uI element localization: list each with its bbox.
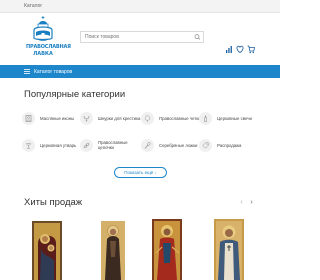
search-box [80, 31, 204, 43]
compare-icon[interactable] [225, 44, 233, 54]
product-image [152, 219, 182, 280]
category-item-sale[interactable]: Распродажа [199, 136, 241, 154]
church-logo-icon [33, 16, 53, 41]
product-image [101, 221, 125, 280]
logo-subtitle: ЛАВКА [33, 51, 53, 57]
utensil-icon [22, 138, 35, 152]
catalog-button[interactable]: Каталог товаров [24, 65, 72, 78]
search-icon[interactable] [192, 33, 202, 41]
rosary-icon [141, 111, 154, 125]
category-label: Православные цепочки [98, 140, 128, 150]
spoon-icon [141, 138, 154, 152]
sale-icon [199, 138, 212, 152]
category-item-rosary[interactable]: Православные четки [141, 109, 201, 127]
product-card[interactable] [150, 217, 184, 280]
product-card[interactable] [96, 217, 130, 280]
site-header: ПРАВОСЛАВНАЯ ЛАВКА [0, 13, 280, 65]
category-label: Шнурки для крестика [98, 115, 141, 121]
category-item-candles[interactable]: Церковные свечи [199, 109, 252, 127]
header-actions [225, 44, 255, 54]
carousel-arrows: ‹ › [238, 199, 256, 207]
cart-icon[interactable] [247, 44, 255, 54]
candle-icon [199, 111, 212, 125]
category-label: Православные четки [159, 115, 201, 121]
favorites-icon[interactable] [236, 44, 244, 54]
bestsellers-title: Хиты продаж [24, 197, 83, 208]
category-item-church-utensils[interactable]: Церковная утварь [22, 136, 76, 154]
top-bar: Каталог [0, 0, 280, 13]
category-label: Масляные иконы [40, 115, 75, 121]
catalog-label: Каталог товаров [34, 68, 73, 75]
icon-frame-icon [22, 111, 35, 125]
category-item-oil-icons[interactable]: Масляные иконы [22, 109, 74, 127]
carousel-prev-button[interactable]: ‹ [238, 199, 245, 207]
product-card[interactable] [30, 217, 64, 280]
category-label: Распродажа [217, 142, 242, 148]
category-label: Церковная утварь [40, 142, 77, 148]
burger-icon [24, 69, 30, 74]
product-card[interactable] [212, 217, 246, 280]
top-menu-link[interactable]: Каталог [24, 3, 42, 9]
category-label: Церковные свечи [217, 115, 252, 121]
carousel-next-button[interactable]: › [248, 199, 255, 207]
search-input[interactable] [81, 32, 189, 42]
cord-icon [80, 111, 93, 125]
category-label: Серебряные ложки [159, 142, 198, 148]
site-logo[interactable]: ПРАВОСЛАВНАЯ ЛАВКА [26, 16, 71, 60]
category-item-chains[interactable]: Православные цепочки [80, 136, 128, 154]
logo-title: ПРАВОСЛАВНАЯ [26, 44, 71, 50]
product-image [32, 221, 62, 280]
category-item-cords[interactable]: Шнурки для крестика [80, 109, 140, 127]
chain-icon [80, 138, 93, 152]
popular-categories-title: Популярные категории [24, 89, 126, 100]
catalog-bar: Каталог товаров [0, 65, 280, 78]
show-more-button[interactable]: Показать ещё ↓ [114, 167, 167, 178]
product-image [214, 219, 244, 280]
category-item-silver-spoons[interactable]: Серебряные ложки [141, 136, 197, 154]
